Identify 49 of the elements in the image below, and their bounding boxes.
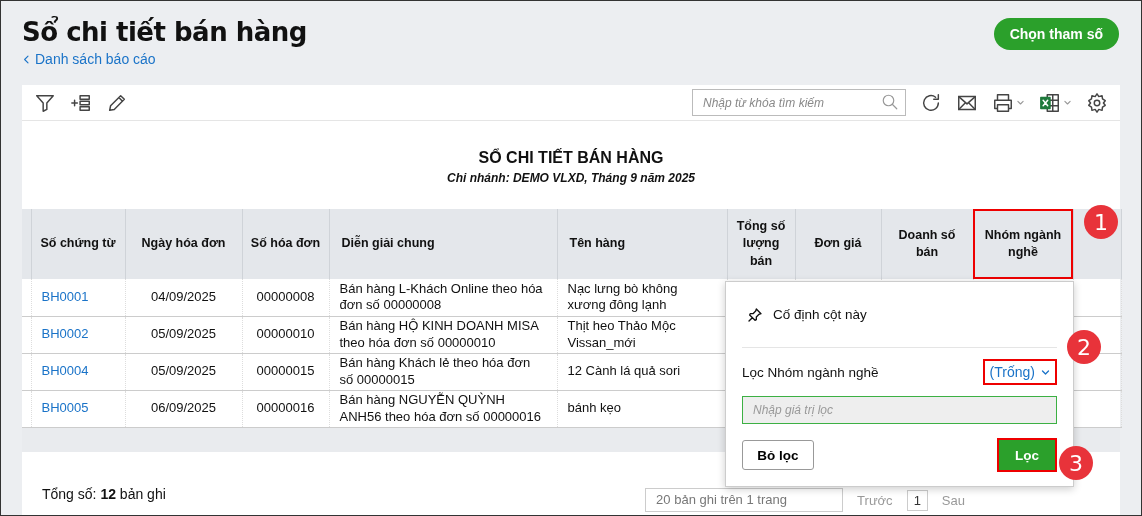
chevron-left-icon[interactable] [22, 53, 31, 65]
page-number[interactable]: 1 [906, 489, 928, 511]
table-cell: 06/09/2025 [150, 400, 217, 416]
page-size-select[interactable]: 20 bản ghi trên 1 trang [645, 488, 844, 512]
table-cell: Bán hàng Khách lẻ theo hóa đơn số 00000015 [339, 354, 531, 387]
column-header[interactable]: Số hóa đơn [242, 209, 329, 279]
column-header[interactable]: Diễn giải chung [329, 209, 557, 279]
column-header[interactable]: Nhóm ngành nghề [973, 209, 1073, 279]
document-link[interactable]: BH0002 [41, 326, 89, 342]
pin-icon[interactable] [747, 306, 763, 323]
clear-filter-button[interactable]: Bỏ lọc [742, 440, 814, 470]
table-cell: 12 Cành lá quả sori [567, 363, 681, 379]
printer-icon[interactable] [992, 91, 1014, 114]
column-header[interactable]: Đơn giá [795, 209, 881, 279]
record-count: Tổng số: 12 bản ghi [42, 486, 166, 502]
column-header[interactable]: Số chứng từ [31, 209, 125, 279]
table-cell: Bán hàng L-Khách Online theo hóa đơn số 00000008 [339, 280, 543, 313]
back-link[interactable]: Danh sách báo cáo [22, 51, 307, 67]
search-field[interactable]: Nhập từ khóa tìm kiếm [692, 89, 906, 116]
search-icon[interactable] [881, 93, 899, 111]
table-cell: Bán hàng NGUYỄN QUỲNH ANH56 theo hóa đơn số 00000016 [339, 391, 541, 424]
filter-dropdown[interactable]: (Trống) [982, 359, 1057, 385]
table-cell: 05/09/2025 [150, 326, 217, 342]
pin-column-option[interactable]: Cố định cột này [773, 307, 867, 322]
settings-icon[interactable] [1086, 91, 1108, 114]
report-subtitle: Chi nhánh: DEMO VLXD, Tháng 9 năm 2025 [445, 171, 696, 187]
column-header[interactable]: Tên hàng [557, 209, 727, 279]
document-link[interactable]: BH0001 [41, 288, 89, 304]
column-header[interactable]: Tổng số lượng bán [727, 209, 795, 279]
table-cell: 00000016 [256, 400, 315, 416]
table-cell: Bán hàng HỘ KINH DOANH MISA theo hóa đơn số 00000010 [339, 317, 539, 350]
table-cell: Thịt heo Thảo Mộc Vissan_mới [567, 317, 676, 350]
table-cell: 04/09/2025 [150, 288, 217, 304]
table-cell: 00000010 [256, 326, 315, 342]
document-link[interactable]: BH0005 [41, 400, 89, 416]
document-link[interactable]: BH0004 [41, 363, 89, 379]
page-title: Sổ chi tiết bán hàng [22, 17, 307, 47]
table-cell: 05/09/2025 [150, 363, 217, 379]
spreadsheet-icon[interactable] [1039, 91, 1061, 114]
table-cell: 00000008 [256, 288, 315, 304]
column-header[interactable]: Ngày hóa đơn [125, 209, 242, 279]
table-cell: 00000015 [256, 363, 315, 379]
filter-input[interactable]: Nhập giá trị lọc [742, 396, 1057, 424]
filter-label: Lọc Nhóm ngành nghề [742, 364, 879, 380]
column-header[interactable]: Doanh số bán [881, 209, 973, 279]
table-cell: bánh kẹo [567, 400, 621, 416]
refresh-icon[interactable] [920, 91, 942, 114]
report-title: SỔ CHI TIẾT BÁN HÀNG [477, 149, 665, 167]
table-cell: Nạc lưng bò không xương đông lạnh [567, 280, 678, 313]
